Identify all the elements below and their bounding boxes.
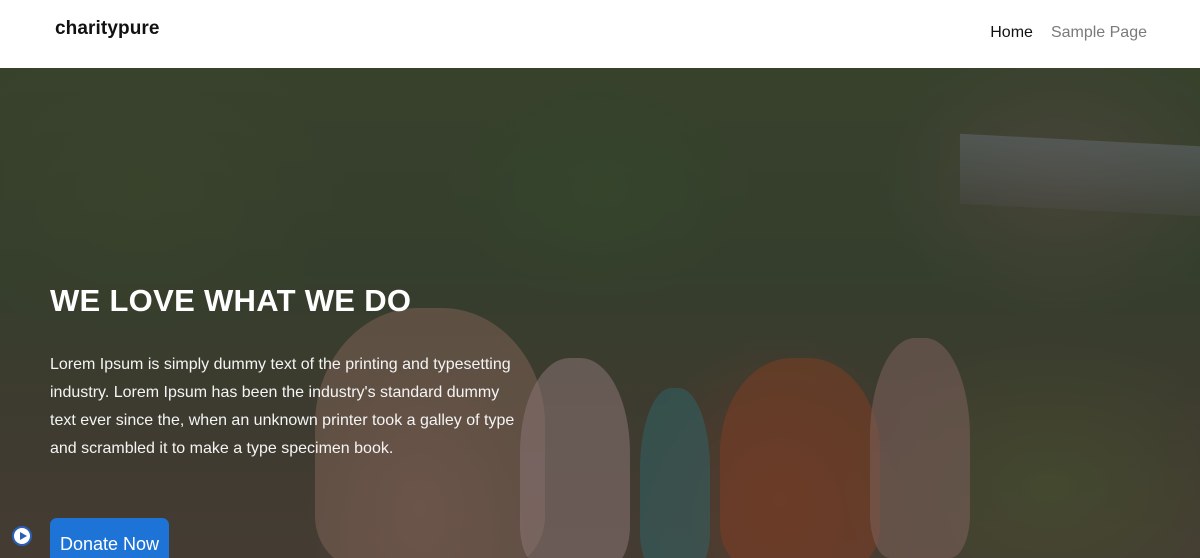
hero-description: Lorem Ipsum is simply dummy text of the …	[50, 356, 515, 457]
site-header: charitypure Home Sample Page	[0, 0, 1200, 68]
hero-title: WE LOVE WHAT WE DO	[50, 283, 412, 318]
hero-banner: WE LOVE WHAT WE DO Lorem Ipsum is simply…	[0, 68, 1200, 558]
nav-item-sample-page[interactable]: Sample Page	[1051, 24, 1147, 42]
donate-now-button[interactable]: Donate Now	[50, 518, 169, 558]
nav-item-home[interactable]: Home	[990, 24, 1033, 42]
play-circle-icon[interactable]	[12, 526, 32, 546]
main-nav: Home Sample Page	[990, 24, 1147, 42]
site-logo[interactable]: charitypure	[55, 18, 160, 40]
